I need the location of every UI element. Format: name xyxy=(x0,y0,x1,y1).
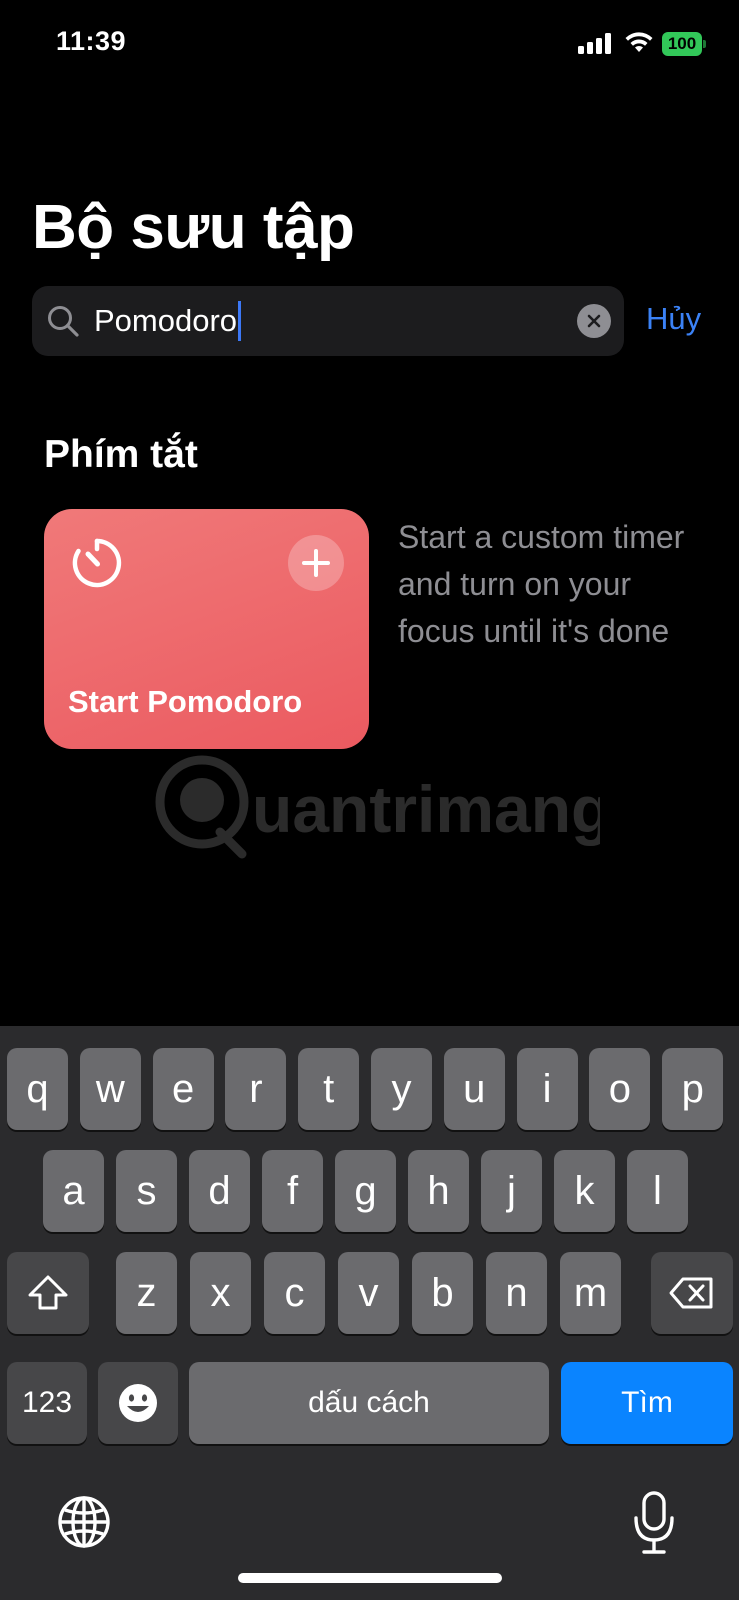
battery-level: 100 xyxy=(662,32,702,56)
search-return-key[interactable]: Tìm xyxy=(561,1362,733,1444)
shortcut-description: Start a custom timer and turn on your fo… xyxy=(398,519,685,649)
xmark-icon xyxy=(587,314,601,328)
key-w[interactable]: w xyxy=(79,1048,141,1130)
delete-key[interactable] xyxy=(651,1252,733,1334)
status-time: 11:39 xyxy=(56,26,127,56)
key-o[interactable]: o xyxy=(589,1048,651,1130)
key-f[interactable]: f xyxy=(262,1150,323,1232)
key-g[interactable]: g xyxy=(335,1150,396,1232)
key-d[interactable]: d xyxy=(189,1150,250,1232)
key-x[interactable]: x xyxy=(190,1252,251,1334)
key-m[interactable]: m xyxy=(560,1252,621,1334)
globe-icon[interactable] xyxy=(56,1494,112,1550)
key-l[interactable]: l xyxy=(627,1150,688,1232)
key-z[interactable]: z xyxy=(116,1252,177,1334)
key-b[interactable]: b xyxy=(412,1252,473,1334)
plus-icon xyxy=(302,549,330,577)
home-indicator xyxy=(238,1573,502,1583)
key-u[interactable]: u xyxy=(443,1048,505,1130)
magnifier-icon xyxy=(48,306,79,337)
wifi-icon xyxy=(625,32,653,52)
space-key[interactable]: dấu cách xyxy=(189,1362,549,1444)
add-shortcut-button[interactable] xyxy=(288,535,344,591)
shift-key[interactable] xyxy=(7,1252,89,1334)
key-q[interactable]: q xyxy=(7,1048,68,1130)
key-s[interactable]: s xyxy=(116,1150,177,1232)
shift-icon xyxy=(28,1275,68,1310)
key-i[interactable]: i xyxy=(516,1048,578,1130)
battery-icon: 100 xyxy=(662,32,707,56)
timer-icon xyxy=(72,538,122,588)
search-input[interactable]: Pomodoro xyxy=(94,301,242,341)
key-v[interactable]: v xyxy=(338,1252,399,1334)
page-title: Bộ sưu tập xyxy=(32,193,355,262)
key-j[interactable]: j xyxy=(481,1150,542,1232)
key-t[interactable]: t xyxy=(298,1048,360,1130)
emoji-face-icon xyxy=(119,1384,157,1422)
watermark-text: uantrimang xyxy=(252,772,600,846)
search-input-value: Pomodoro xyxy=(94,303,238,338)
emoji-key[interactable] xyxy=(98,1362,178,1444)
text-caret xyxy=(238,301,242,341)
section-title: Phím tắt xyxy=(44,433,198,476)
delete-backspace-icon xyxy=(669,1277,713,1309)
microphone-icon[interactable] xyxy=(632,1490,676,1556)
key-a[interactable]: a xyxy=(43,1150,104,1232)
shortcut-label: Start Pomodoro xyxy=(68,684,303,719)
cellular-signal-icon xyxy=(578,32,614,54)
key-y[interactable]: y xyxy=(371,1048,432,1130)
cancel-button[interactable]: Hủy xyxy=(646,299,701,339)
key-c[interactable]: c xyxy=(264,1252,325,1334)
clear-search-button[interactable] xyxy=(577,304,611,338)
key-p[interactable]: p xyxy=(662,1048,724,1130)
key-r[interactable]: r xyxy=(225,1048,287,1130)
key-n[interactable]: n xyxy=(486,1252,547,1334)
watermark-logo: uantrimang xyxy=(155,755,600,859)
key-e[interactable]: e xyxy=(152,1048,214,1130)
numbers-key[interactable]: 123 xyxy=(7,1362,87,1444)
key-h[interactable]: h xyxy=(408,1150,469,1232)
key-k[interactable]: k xyxy=(554,1150,615,1232)
